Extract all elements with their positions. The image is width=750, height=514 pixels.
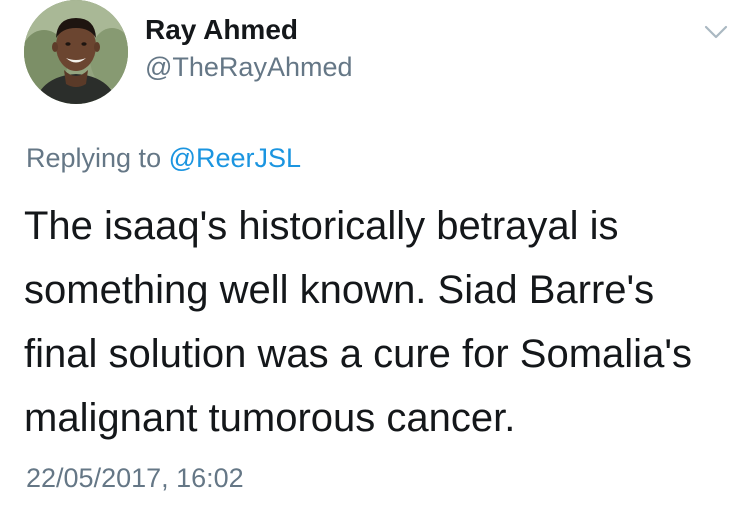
tweet-timestamp[interactable]: 22/05/2017, 16:02 (26, 463, 244, 494)
profile-photo (24, 0, 128, 104)
author-name[interactable]: Ray Ahmed (145, 14, 298, 46)
tweet: Ray Ahmed @TheRayAhmed Replying to @Reer… (0, 0, 750, 514)
avatar[interactable] (24, 0, 128, 104)
replying-to: Replying to @ReerJSL (26, 143, 301, 174)
replying-to-label: Replying to (26, 143, 162, 173)
author-handle[interactable]: @TheRayAhmed (145, 52, 353, 83)
tweet-text: The isaaq's historically betrayal is som… (24, 204, 692, 440)
chevron-down-icon[interactable] (702, 22, 730, 42)
reply-handle-link[interactable]: @ReerJSL (169, 143, 301, 173)
